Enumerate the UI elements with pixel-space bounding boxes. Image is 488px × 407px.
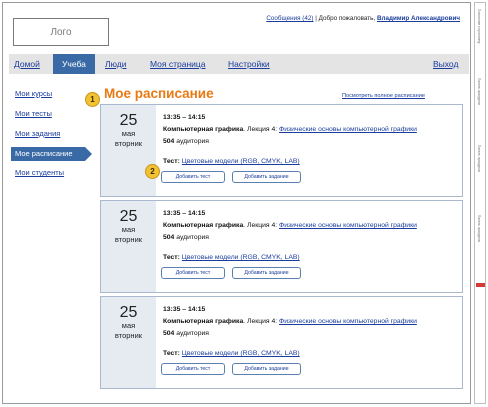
test-link[interactable]: Цветовые модели (RGB, CMYK, LAB): [182, 350, 300, 357]
lesson-test: Тест: Цветовые модели (RGB, CMYK, LAB): [163, 254, 300, 261]
lesson-room: 504 аудитория: [163, 136, 458, 148]
room-number: 504: [163, 138, 175, 145]
page-title: Мое расписание: [104, 86, 214, 101]
side-panel-label: Панель прокрутки: [477, 145, 481, 172]
room-label: аудитория: [176, 330, 209, 337]
month-label: мая: [121, 321, 136, 330]
lesson-test: Тест: Цветовые модели (RGB, CMYK, LAB): [163, 158, 300, 165]
date-block: 25 мая вторник: [101, 297, 156, 388]
room-label: аудитория: [176, 234, 209, 241]
sidebar-item-tests[interactable]: Мои тесты: [11, 108, 93, 128]
day-number: 25: [119, 112, 138, 129]
course-name: Компьютерная графика: [163, 318, 244, 325]
date-block: 25 мая вторник: [101, 105, 156, 196]
weekday-label: вторник: [114, 235, 143, 244]
lesson-test: Тест: Цветовые модели (RGB, CMYK, LAB): [163, 350, 300, 357]
lesson-room: 504 аудитория: [163, 232, 458, 244]
sidebar-item-schedule[interactable]: Мое расписание: [11, 147, 92, 162]
add-task-button[interactable]: Добавить задание: [232, 363, 301, 375]
lecture-prefix: . Лекция 4:: [243, 318, 278, 325]
card-actions: Добавить тест Добавить задание: [161, 171, 301, 189]
course-name: Компьютерная графика: [163, 126, 244, 133]
sidebar-item-courses[interactable]: Мои курсы: [11, 88, 93, 108]
lesson-title: Компьютерная графика. Лекция 4: Физическ…: [163, 220, 458, 232]
sidebar: Мои курсы Мои тесты Мои задания Мое расп…: [11, 88, 93, 187]
userbar-separator: |: [315, 15, 317, 22]
add-test-button[interactable]: Добавить тест: [161, 171, 225, 183]
user-name-link[interactable]: Владимир Александрович: [377, 15, 460, 22]
course-name: Компьютерная графика: [163, 222, 244, 229]
add-task-button[interactable]: Добавить задание: [232, 171, 301, 183]
lecture-link[interactable]: Физические основы компьютерной графики: [279, 222, 417, 229]
schedule-card: 25 мая вторник 13:35 – 14:15 Компьютерна…: [100, 296, 463, 389]
add-task-button[interactable]: Добавить задание: [232, 267, 301, 279]
room-label: аудитория: [176, 138, 209, 145]
card-actions: Добавить тест Добавить задание: [161, 363, 301, 381]
lesson-room: 504 аудитория: [163, 328, 458, 340]
date-block: 25 мая вторник: [101, 201, 156, 292]
full-schedule-link[interactable]: Посмотреть полное расписание: [342, 93, 425, 99]
user-name: Владимир Александрович: [376, 15, 460, 22]
main-nav: Домой Учеба Люди Моя страница Настройки …: [9, 54, 469, 74]
room-number: 504: [163, 234, 175, 241]
nav-my-page[interactable]: Моя страница: [150, 54, 206, 74]
nav-people[interactable]: Люди: [105, 54, 126, 74]
annotation-side-panel: Пояснение к прототипу Панель прокрутки П…: [474, 2, 486, 404]
lecture-link[interactable]: Физические основы компьютерной графики: [279, 126, 417, 133]
test-link[interactable]: Цветовые модели (RGB, CMYK, LAB): [182, 254, 300, 261]
nav-home[interactable]: Домой: [14, 54, 40, 74]
card-actions: Добавить тест Добавить задание: [161, 267, 301, 285]
month-label: мая: [121, 225, 136, 234]
room-number: 504: [163, 330, 175, 337]
lesson-info: 13:35 – 14:15 Компьютерная графика. Лекц…: [163, 112, 458, 168]
lecture-link[interactable]: Физические основы компьютерной графики: [279, 318, 417, 325]
day-number: 25: [119, 208, 138, 225]
page-frame: Лого Сообщения (42) | Добро пожаловать, …: [2, 2, 471, 404]
test-label: Тест: [163, 254, 178, 261]
annotation-marker: 1: [85, 92, 100, 107]
sidebar-item-students[interactable]: Мои студенты: [11, 167, 93, 187]
annotation-marker: 2: [145, 164, 160, 179]
red-marker-icon: [476, 283, 485, 287]
logo[interactable]: Лого: [13, 18, 109, 46]
greeting-text: Добро пожаловать,: [318, 15, 376, 22]
lesson-info: 13:35 – 14:15 Компьютерная графика. Лекц…: [163, 208, 458, 264]
weekday-label: вторник: [114, 139, 143, 148]
side-panel-label: Пояснение к прототипу: [477, 9, 481, 44]
add-test-button[interactable]: Добавить тест: [161, 363, 225, 375]
user-bar: Сообщения (42) | Добро пожаловать, Влади…: [266, 15, 460, 22]
lecture-prefix: . Лекция 4:: [243, 222, 278, 229]
lesson-time: 13:35 – 14:15: [163, 306, 206, 313]
lesson-title: Компьютерная графика. Лекция 4: Физическ…: [163, 316, 458, 328]
month-label: мая: [121, 129, 136, 138]
day-number: 25: [119, 304, 138, 321]
lesson-time: 13:35 – 14:15: [163, 114, 206, 121]
logo-text: Лого: [50, 26, 72, 38]
lesson-info: 13:35 – 14:15 Компьютерная графика. Лекц…: [163, 304, 458, 360]
side-panel-label: Панель прокрутки: [477, 78, 481, 105]
lecture-prefix: . Лекция 4:: [243, 126, 278, 133]
nav-study[interactable]: Учеба: [53, 54, 95, 74]
test-label: Тест: [163, 158, 178, 165]
schedule-card: 25 мая вторник 13:35 – 14:15 Компьютерна…: [100, 200, 463, 293]
side-panel-label: Панель прокрутки: [477, 215, 481, 242]
lesson-title: Компьютерная графика. Лекция 4: Физическ…: [163, 124, 458, 136]
nav-settings[interactable]: Настройки: [228, 54, 270, 74]
messages-link[interactable]: Сообщения (42): [266, 15, 313, 22]
schedule-card: 25 мая вторник 13:35 – 14:15 Компьютерна…: [100, 104, 463, 197]
add-test-button[interactable]: Добавить тест: [161, 267, 225, 279]
nav-logout[interactable]: Выход: [433, 54, 458, 74]
sidebar-item-tasks[interactable]: Мои задания: [11, 128, 93, 148]
weekday-label: вторник: [114, 331, 143, 340]
lesson-time: 13:35 – 14:15: [163, 210, 206, 217]
test-label: Тест: [163, 350, 178, 357]
test-link[interactable]: Цветовые модели (RGB, CMYK, LAB): [182, 158, 300, 165]
